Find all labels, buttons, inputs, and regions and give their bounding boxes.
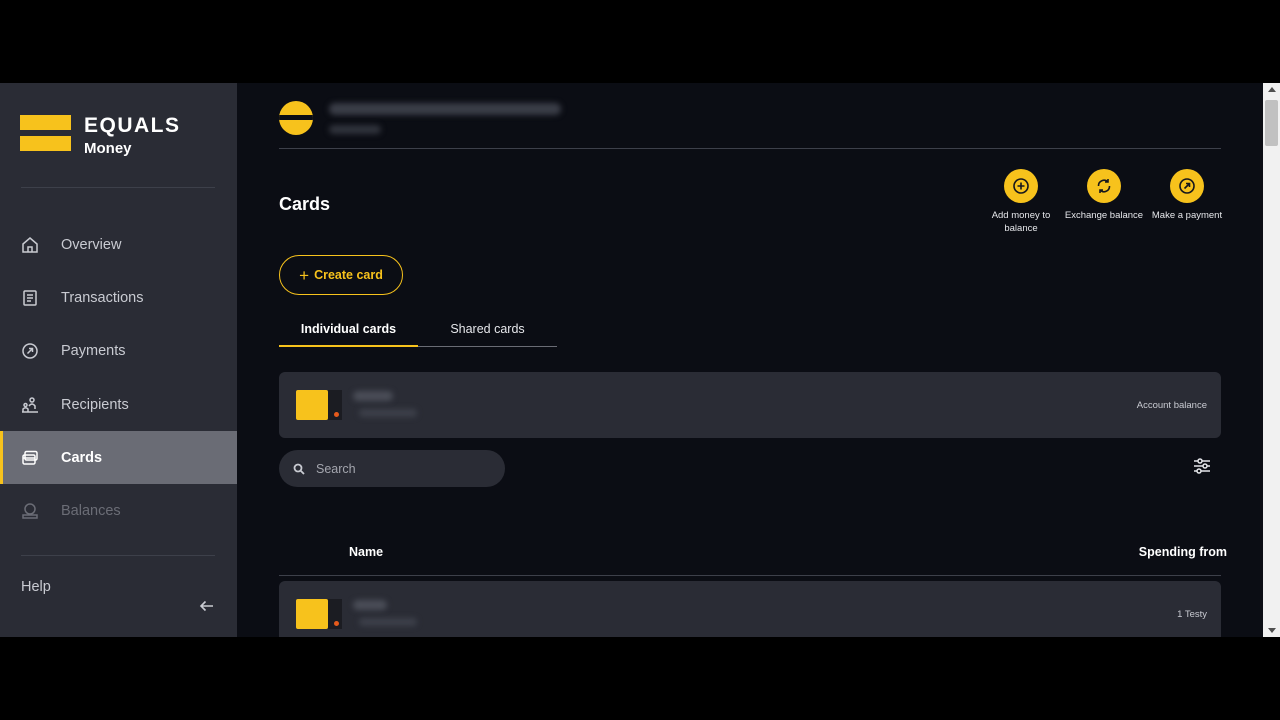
sidebar-item-overview[interactable]: Overview: [0, 218, 237, 271]
sidebar: EQUALS Money Overview Transactions Payme…: [0, 83, 237, 637]
account-card-summary[interactable]: Account balance: [279, 372, 1221, 438]
sidebar-divider: [21, 555, 215, 556]
mastercard-icon: [334, 412, 339, 417]
help-link[interactable]: Help: [21, 579, 51, 595]
sidebar-item-recipients[interactable]: Recipients: [0, 378, 237, 431]
sliders-icon: [1194, 458, 1210, 474]
sidebar-nav: Overview Transactions Payments Recipient…: [0, 218, 237, 538]
table-header-divider: [279, 575, 1221, 576]
brand-logo[interactable]: EQUALS Money: [20, 115, 181, 156]
brand-name: EQUALS: [84, 114, 181, 137]
sidebar-divider: [21, 187, 215, 188]
plus-icon: +: [299, 265, 310, 285]
tab-individual-cards[interactable]: Individual cards: [279, 316, 418, 347]
column-header-spending-from[interactable]: Spending from: [1139, 545, 1227, 559]
page-title: Cards: [279, 194, 331, 214]
account-avatar[interactable]: [279, 101, 313, 135]
create-card-label: Create card: [314, 268, 383, 282]
sidebar-item-balances[interactable]: Balances: [0, 484, 237, 537]
make-payment-action[interactable]: Make a payment: [1142, 169, 1232, 223]
send-icon: [1179, 178, 1195, 194]
card-number-redacted: [359, 409, 417, 417]
sidebar-item-label: Transactions: [61, 289, 144, 306]
account-name-redacted: [329, 103, 561, 115]
column-header-name[interactable]: Name: [349, 545, 383, 559]
add-money-action[interactable]: Add money to balance: [976, 169, 1066, 235]
sidebar-item-label: Cards: [61, 449, 103, 466]
exchange-balance-action[interactable]: Exchange balance: [1059, 169, 1149, 223]
sidebar-item-label: Overview: [61, 236, 122, 253]
action-label: Add money to balance: [991, 210, 1051, 234]
scroll-down-icon[interactable]: [1268, 628, 1276, 633]
action-label: Exchange balance: [1064, 210, 1144, 221]
balance-icon: [21, 502, 39, 520]
arrow-circle-icon: [21, 342, 39, 360]
action-label: Make a payment: [1151, 210, 1223, 221]
vertical-scrollbar[interactable]: [1263, 83, 1280, 637]
search-box[interactable]: [279, 450, 505, 487]
create-card-button[interactable]: + Create card: [279, 255, 403, 295]
sidebar-item-payments[interactable]: Payments: [0, 325, 237, 378]
search-icon: [293, 463, 305, 475]
sidebar-item-label: Balances: [61, 503, 121, 520]
cards-icon: [21, 449, 39, 467]
collapse-sidebar-button[interactable]: [198, 597, 216, 615]
tab-shared-cards[interactable]: Shared cards: [418, 316, 557, 346]
equals-logo-icon: [20, 115, 71, 151]
app-window: EQUALS Money Overview Transactions Payme…: [0, 83, 1280, 637]
main-content: Cards Add money to balance Exchange bala…: [237, 83, 1280, 637]
table-row[interactable]: 1 Testy: [279, 581, 1221, 637]
card-thumbnail: [296, 390, 328, 420]
scrollbar-thumb[interactable]: [1265, 100, 1278, 146]
mastercard-icon: [334, 621, 339, 626]
brand-sub: Money: [84, 140, 132, 157]
arrow-left-icon: [199, 600, 213, 612]
sidebar-item-cards[interactable]: Cards: [0, 431, 237, 485]
scroll-up-icon[interactable]: [1268, 87, 1276, 92]
card-tabs: Individual cards Shared cards: [279, 316, 557, 347]
receipt-icon: [21, 289, 39, 307]
sidebar-item-transactions[interactable]: Transactions: [0, 271, 237, 324]
home-icon: [21, 236, 39, 254]
card-name-redacted: [353, 391, 393, 401]
card-number-redacted: [359, 618, 417, 626]
account-subtitle-redacted: [329, 125, 381, 134]
filter-button[interactable]: [1192, 456, 1212, 476]
recipients-icon: [21, 396, 39, 414]
card-name-redacted: [353, 600, 387, 610]
account-balance-label: Account balance: [1136, 400, 1207, 411]
plus-circle-icon: [1013, 178, 1029, 194]
header-divider: [279, 148, 1221, 149]
sidebar-item-label: Recipients: [61, 396, 129, 413]
card-thumbnail: [296, 599, 328, 629]
sidebar-item-label: Payments: [61, 343, 126, 360]
exchange-icon: [1097, 179, 1111, 193]
search-input[interactable]: [316, 461, 486, 476]
spending-from-value: 1 Testy: [1177, 609, 1207, 620]
